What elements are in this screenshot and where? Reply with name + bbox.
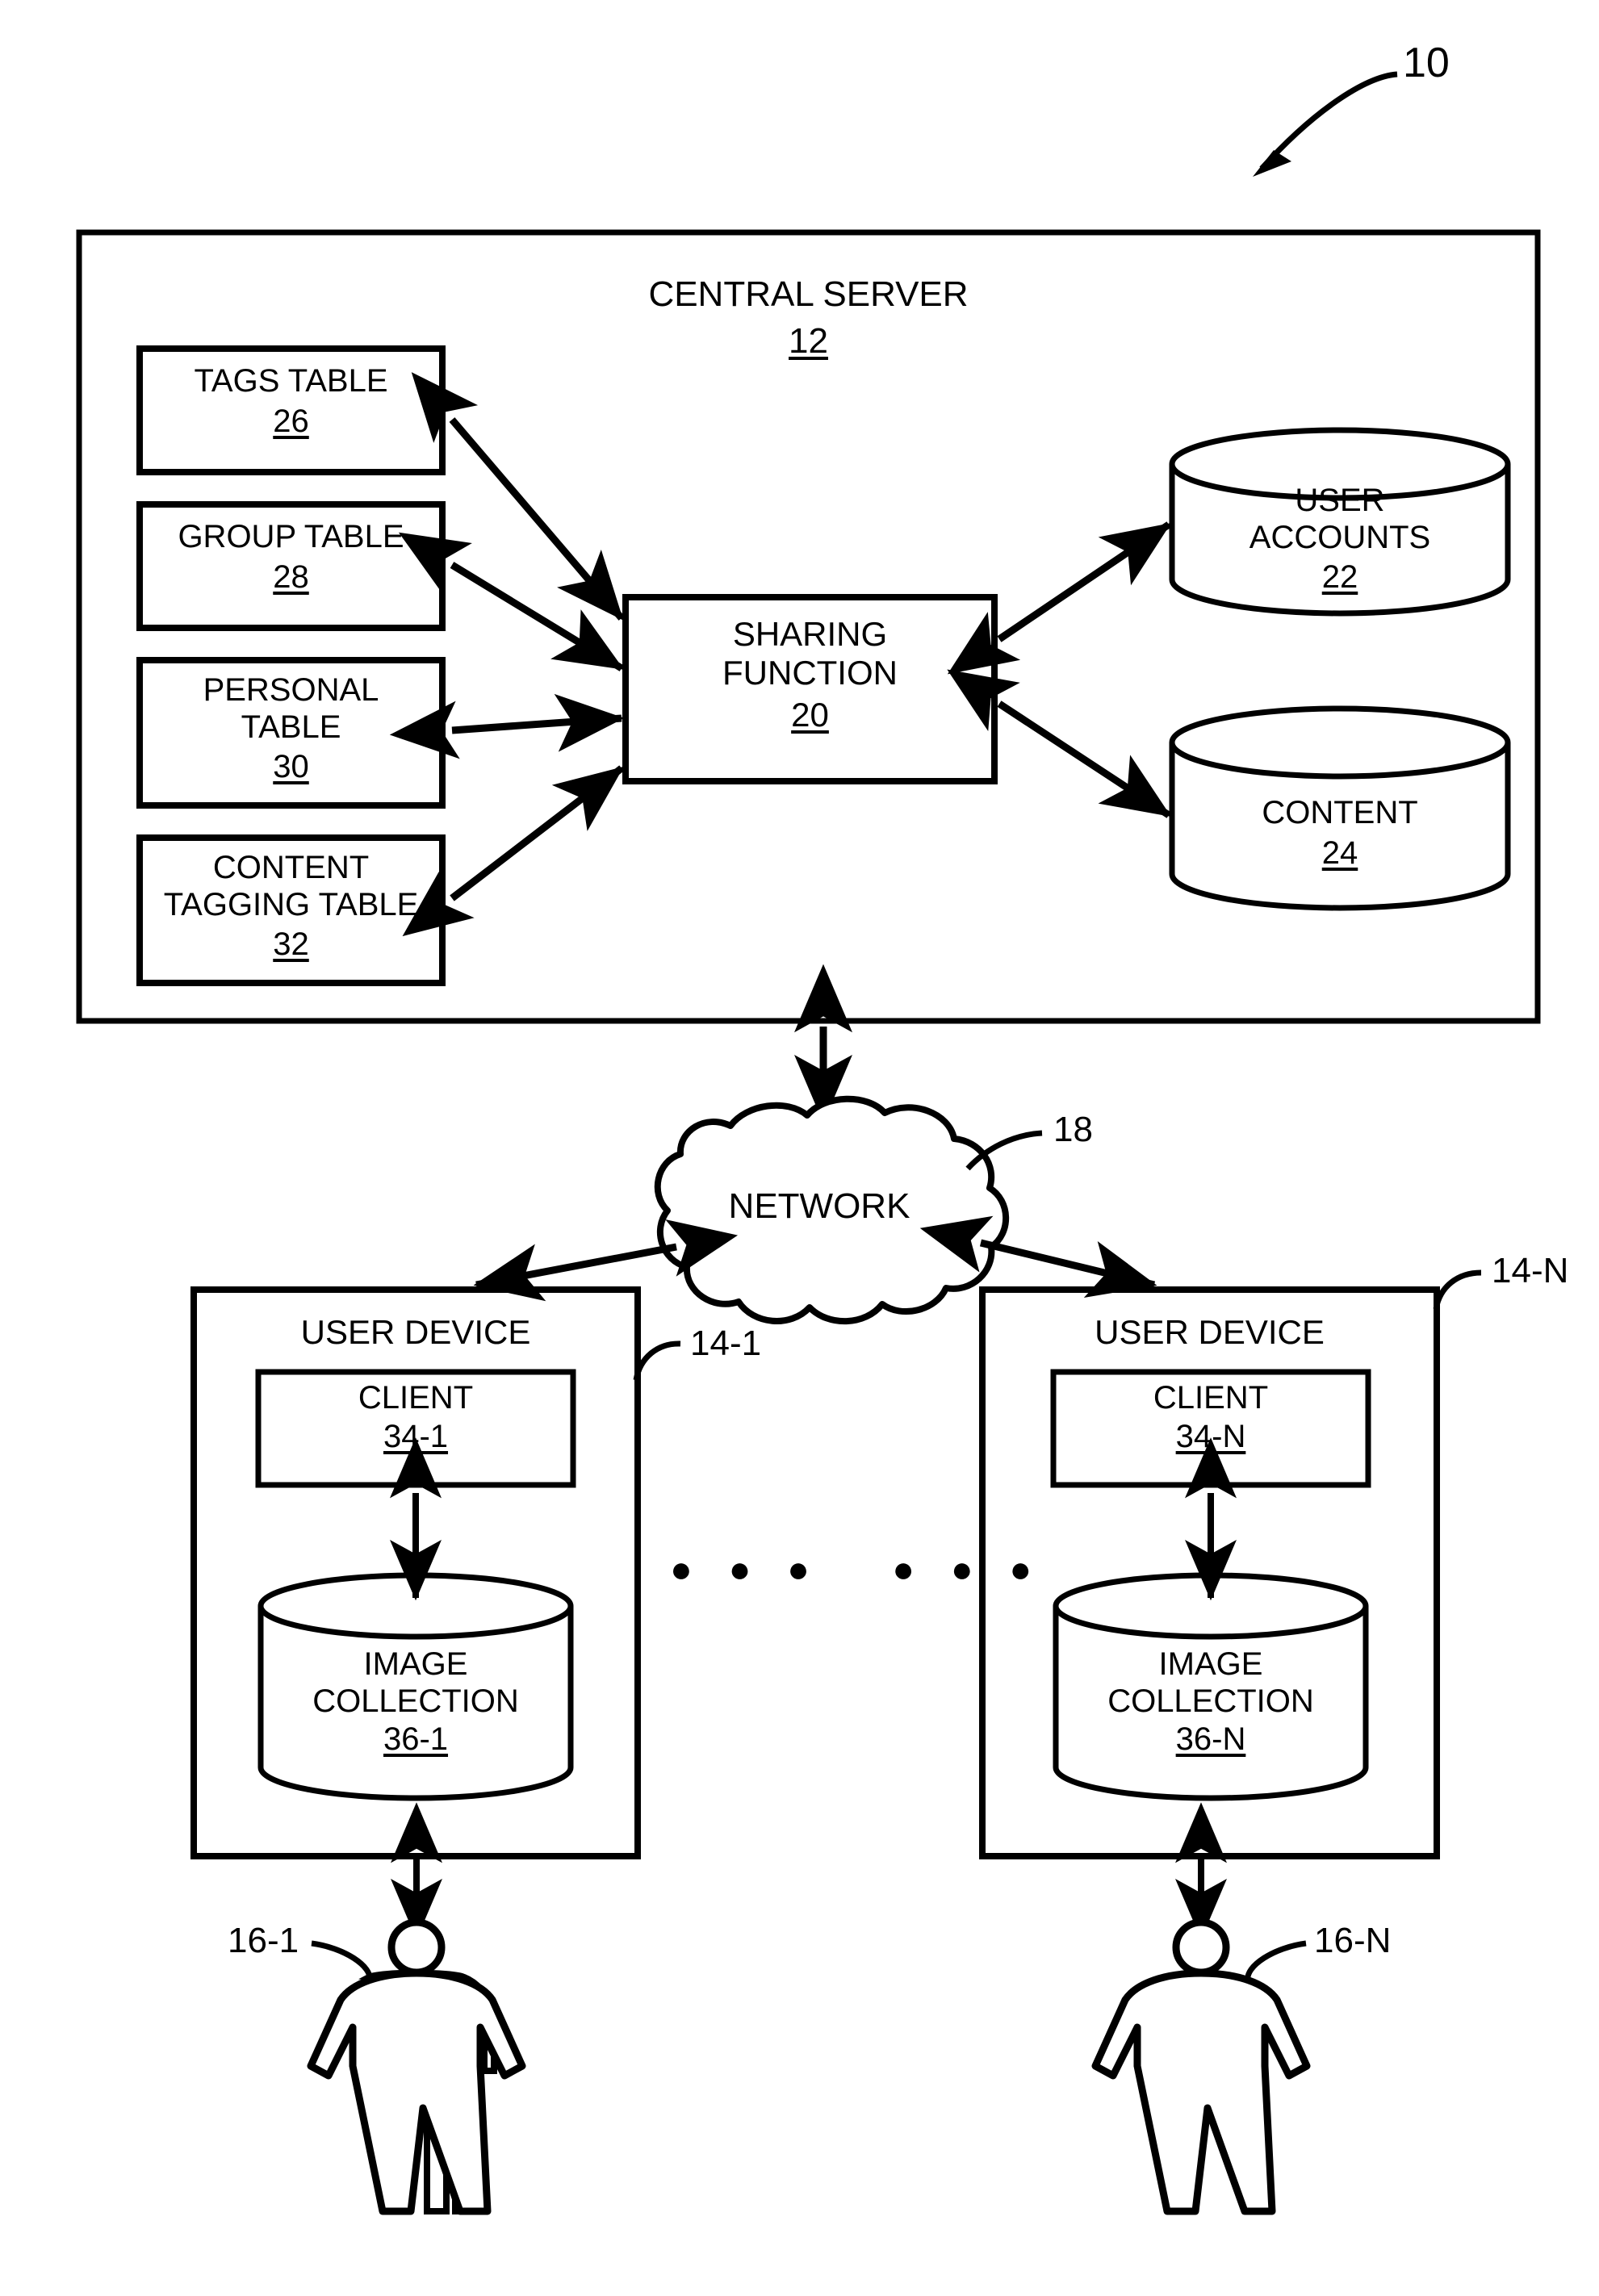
user-device-1-title: USER DEVICE bbox=[300, 1313, 531, 1351]
user-device-1-ref: 14-1 bbox=[690, 1324, 762, 1363]
user-device-n-title: USER DEVICE bbox=[1095, 1313, 1325, 1351]
network-ref: 18 bbox=[1053, 1110, 1093, 1149]
user-n-ref: 16-N bbox=[1314, 1921, 1392, 1960]
user-device-n-ref: 14-N bbox=[1492, 1251, 1569, 1290]
devices-ellipsis: ● ● ● ● ● ● bbox=[670, 1548, 1045, 1590]
patent-figure: 10 CENTRAL SERVER 12 TAGS TABLE 26 GROUP… bbox=[0, 0, 1599, 2296]
network-label: NETWORK bbox=[728, 1186, 910, 1226]
user-1-ref: 16-1 bbox=[228, 1921, 299, 1960]
figure-ref-10: 10 bbox=[1403, 40, 1450, 86]
